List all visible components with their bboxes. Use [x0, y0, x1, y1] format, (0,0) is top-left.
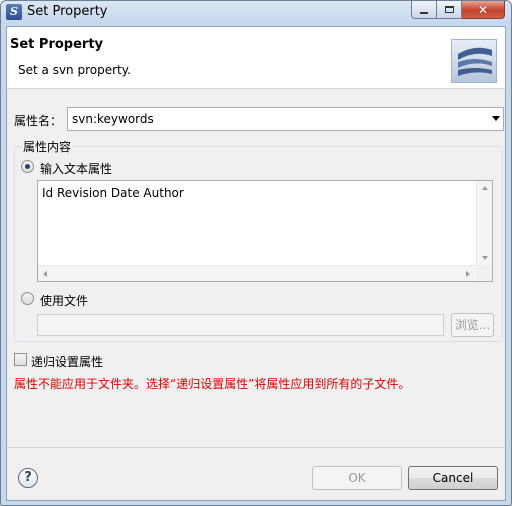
- maximize-icon: [444, 6, 454, 13]
- scroll-down-icon[interactable]: [482, 256, 488, 260]
- close-button[interactable]: ✕: [462, 1, 505, 19]
- group-legend: 属性内容: [22, 138, 73, 155]
- property-value-textarea[interactable]: Id Revision Date Author: [37, 180, 493, 282]
- property-name-label: 属性名：: [14, 114, 63, 128]
- dialog-header: Set Property Set a svn property.: [7, 27, 505, 89]
- chevron-down-icon[interactable]: [492, 116, 500, 121]
- error-message: 属性不能应用于文件夹。选择“递归设置属性”将属性应用到所有的子文件。: [14, 377, 411, 391]
- text-property-radio-label[interactable]: 输入文本属性: [40, 160, 112, 177]
- window-title: Set Property: [27, 4, 108, 19]
- use-file-radio[interactable]: [21, 292, 34, 305]
- cancel-button[interactable]: Cancel: [408, 466, 498, 490]
- maximize-button[interactable]: [437, 1, 462, 19]
- property-value-text: Id Revision Date Author: [42, 186, 184, 200]
- minimize-icon: [420, 11, 428, 14]
- footer-divider: [7, 447, 505, 448]
- recursive-checkbox[interactable]: [14, 353, 27, 366]
- set-property-dialog: S Set Property ✕ Set Property Set a svn …: [0, 0, 512, 506]
- title-bar[interactable]: S Set Property ✕: [1, 1, 511, 25]
- dialog-body: Set Property Set a svn property. 属性名： sv…: [6, 26, 506, 501]
- text-property-radio[interactable]: [21, 160, 34, 173]
- file-path-input[interactable]: [37, 314, 444, 336]
- scroll-up-icon[interactable]: [482, 186, 488, 190]
- header-title: Set Property: [10, 37, 104, 52]
- vertical-scrollbar[interactable]: [476, 181, 492, 265]
- close-icon: ✕: [477, 2, 489, 17]
- ok-button[interactable]: OK: [312, 466, 402, 490]
- help-button[interactable]: ?: [18, 468, 38, 488]
- header-description: Set a svn property.: [18, 63, 131, 77]
- horizontal-scrollbar[interactable]: [38, 265, 476, 281]
- minimize-button[interactable]: [411, 1, 437, 19]
- recursive-checkbox-label[interactable]: 递归设置属性: [31, 353, 103, 370]
- scroll-right-icon[interactable]: [466, 271, 470, 277]
- property-name-value: svn:keywords: [72, 112, 154, 126]
- svn-banner-icon: [451, 39, 497, 83]
- scroll-left-icon[interactable]: [43, 271, 47, 277]
- svn-app-icon: S: [6, 4, 22, 20]
- caption-buttons: ✕: [411, 1, 505, 19]
- browse-button[interactable]: 浏览...: [451, 313, 494, 337]
- scroll-corner: [476, 265, 492, 281]
- property-name-combo[interactable]: svn:keywords: [67, 107, 504, 131]
- use-file-radio-label[interactable]: 使用文件: [40, 292, 88, 309]
